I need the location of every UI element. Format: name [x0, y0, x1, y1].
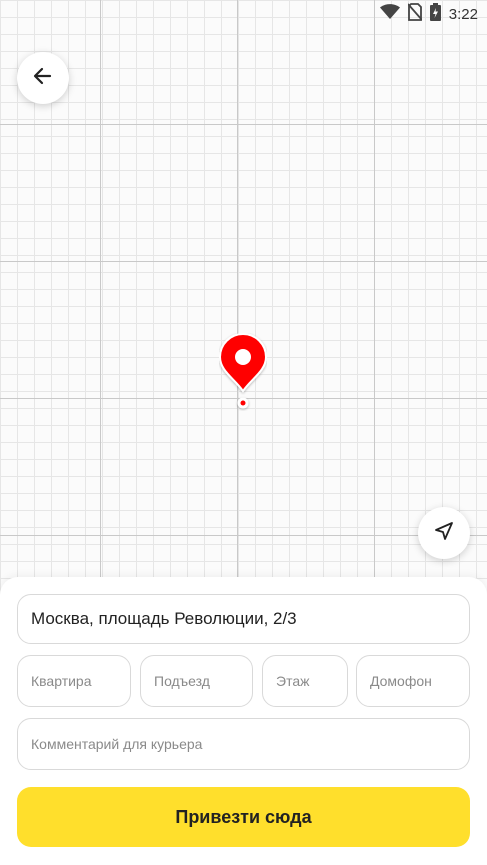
status-bar: 3:22	[0, 0, 487, 28]
back-button[interactable]	[17, 52, 69, 104]
location-pin-icon	[218, 333, 268, 411]
courier-comment-field[interactable]: Комментарий для курьера	[17, 718, 470, 770]
address-form-sheet: Москва, площадь Революции, 2/3 Квартира …	[0, 577, 487, 865]
address-field[interactable]: Москва, площадь Революции, 2/3	[17, 594, 470, 644]
status-time: 3:22	[448, 5, 478, 23]
my-location-button[interactable]	[418, 507, 470, 559]
apartment-field[interactable]: Квартира	[17, 655, 131, 707]
map-view[interactable]	[0, 0, 487, 600]
intercom-field[interactable]: Домофон	[356, 655, 470, 707]
no-sim-icon	[407, 2, 423, 26]
wifi-icon	[379, 3, 400, 25]
entrance-field[interactable]: Подъезд	[140, 655, 253, 707]
arrow-left-icon	[32, 65, 54, 92]
navigation-arrow-icon	[434, 521, 454, 546]
deliver-here-button[interactable]: Привезти сюда	[17, 787, 470, 847]
battery-charging-icon	[429, 2, 441, 26]
floor-field[interactable]: Этаж	[262, 655, 348, 707]
